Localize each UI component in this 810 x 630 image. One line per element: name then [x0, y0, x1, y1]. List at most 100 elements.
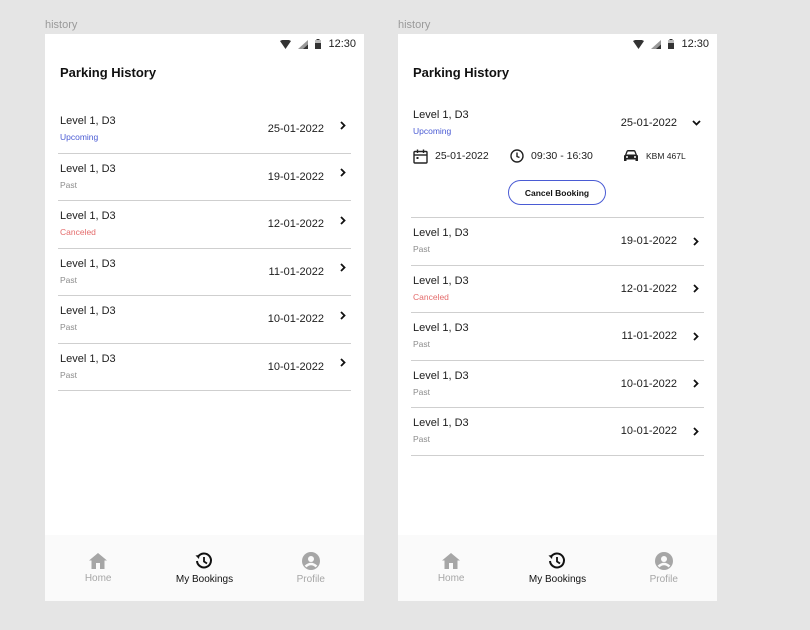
clock-time: 12:30	[328, 38, 356, 50]
nav-label: My Bookings	[175, 573, 234, 585]
clock-icon	[510, 149, 524, 163]
booking-location: Level 1, D3	[413, 369, 469, 382]
profile-icon	[654, 551, 673, 570]
signal-icon	[298, 39, 309, 49]
booking-location: Level 1, D3	[413, 322, 469, 335]
booking-status: Canceled	[413, 291, 449, 302]
booking-row-expanded[interactable]: Level 1, D3 Upcoming 25-01-2022 25-01-20…	[411, 108, 704, 218]
booking-location: Level 1, D3	[60, 352, 116, 365]
frame-label: history	[45, 19, 78, 31]
booking-status: Past	[413, 434, 431, 445]
status-bar: 12:30	[398, 34, 717, 54]
bottom-navigation: Home My Bookings Profile	[45, 535, 364, 601]
booking-status: Past	[60, 179, 78, 190]
booking-date: 12-01-2022	[267, 218, 324, 231]
car-icon	[624, 150, 638, 161]
booking-status: Past	[413, 339, 431, 350]
chevron-right-icon[interactable]	[691, 284, 701, 294]
booking-row[interactable]: Level 1, D3 Upcoming 25-01-2022	[58, 106, 351, 154]
booking-date: 19-01-2022	[267, 170, 324, 183]
booking-date: 10-01-2022	[620, 425, 677, 438]
chevron-right-icon[interactable]	[691, 236, 701, 246]
booking-location: Level 1, D3	[60, 210, 116, 223]
booking-row[interactable]: Level 1, D3 Canceled 12-01-2022	[58, 201, 351, 249]
booking-date: 11-01-2022	[268, 265, 324, 278]
booking-row[interactable]: Level 1, D3 Past 10-01-2022	[411, 408, 704, 456]
home-icon	[89, 552, 108, 569]
signal-icon	[651, 39, 662, 49]
booking-list: Level 1, D3 Upcoming 25-01-2022 Level 1,…	[58, 106, 351, 391]
nav-item-home[interactable]: Home	[53, 552, 143, 584]
chevron-right-icon[interactable]	[338, 358, 348, 368]
booking-row[interactable]: Level 1, D3 Past 10-01-2022	[58, 296, 351, 344]
chevron-right-icon[interactable]	[338, 215, 348, 225]
nav-label: Home	[437, 572, 465, 584]
booking-row[interactable]: Level 1, D3 Past 11-01-2022	[58, 249, 351, 296]
battery-icon	[668, 39, 675, 49]
booking-location: Level 1, D3	[413, 274, 469, 287]
booking-status: Past	[413, 386, 431, 397]
chevron-right-icon[interactable]	[691, 331, 701, 341]
booking-list: Level 1, D3 Upcoming 25-01-2022 25-01-20…	[411, 108, 704, 456]
booking-date: 11-01-2022	[621, 330, 677, 343]
cancel-booking-button[interactable]: Cancel Booking	[508, 180, 606, 205]
nav-label: Profile	[296, 573, 325, 585]
home-icon	[442, 552, 461, 569]
booking-status: Past	[60, 369, 78, 380]
booking-location: Level 1, D3	[60, 162, 116, 175]
booking-location: Level 1, D3	[413, 417, 469, 430]
clock-time: 12:30	[681, 38, 709, 50]
nav-item-my-bookings[interactable]: My Bookings	[512, 551, 602, 585]
chevron-right-icon[interactable]	[338, 263, 348, 273]
chevron-right-icon[interactable]	[691, 379, 701, 389]
nav-label: My Bookings	[528, 573, 587, 585]
chevron-down-icon[interactable]	[691, 120, 701, 126]
chevron-right-icon[interactable]	[338, 310, 348, 320]
chevron-right-icon[interactable]	[338, 120, 348, 130]
booking-date: 10-01-2022	[267, 360, 324, 373]
booking-location: Level 1, D3	[413, 227, 469, 240]
wifi-icon	[633, 39, 645, 49]
page-title: Parking History	[413, 65, 510, 80]
chevron-right-icon[interactable]	[338, 168, 348, 178]
page-title: Parking History	[60, 65, 157, 80]
booking-date: 25-01-2022	[620, 117, 677, 129]
detail-plate: KBM 467L	[646, 151, 686, 161]
booking-row[interactable]: Level 1, D3 Past 19-01-2022	[58, 154, 351, 201]
calendar-icon	[413, 149, 428, 164]
booking-details: 25-01-2022 09:30 - 16:30 KBM 467L	[413, 142, 701, 170]
history-icon	[195, 551, 213, 568]
booking-date: 10-01-2022	[620, 377, 677, 390]
booking-location: Level 1, D3	[60, 305, 116, 318]
booking-date: 25-01-2022	[267, 123, 324, 136]
nav-label: Profile	[649, 573, 678, 585]
booking-location: Level 1, D3	[60, 115, 116, 128]
detail-date: 25-01-2022	[435, 150, 489, 162]
booking-row[interactable]: Level 1, D3 Past 19-01-2022	[411, 218, 704, 266]
booking-row[interactable]: Level 1, D3 Canceled 12-01-2022	[411, 266, 704, 313]
booking-status: Past	[60, 274, 78, 285]
booking-status: Canceled	[60, 227, 96, 238]
nav-label: Home	[84, 572, 112, 584]
booking-location: Level 1, D3	[60, 257, 116, 270]
nav-item-my-bookings[interactable]: My Bookings	[159, 551, 249, 585]
booking-row[interactable]: Level 1, D3 Past 11-01-2022	[411, 313, 704, 361]
booking-status: Upcoming	[413, 126, 452, 136]
booking-location: Level 1, D3	[413, 109, 469, 121]
frame-label: history	[398, 19, 431, 31]
booking-row[interactable]: Level 1, D3 Past 10-01-2022	[58, 344, 351, 391]
chevron-right-icon[interactable]	[691, 426, 701, 436]
phone-screen-list: 12:30 Parking History Level 1, D3 Upcomi…	[45, 34, 364, 601]
profile-icon	[301, 551, 320, 570]
phone-screen-expanded: 12:30 Parking History Level 1, D3 Upcomi…	[398, 34, 717, 601]
nav-item-home[interactable]: Home	[406, 552, 496, 584]
booking-date: 19-01-2022	[620, 235, 677, 248]
history-icon	[548, 551, 566, 568]
booking-status: Past	[60, 322, 78, 333]
nav-item-profile[interactable]: Profile	[619, 551, 709, 585]
nav-item-profile[interactable]: Profile	[266, 551, 356, 585]
status-bar: 12:30	[45, 34, 364, 54]
booking-row[interactable]: Level 1, D3 Past 10-01-2022	[411, 361, 704, 408]
bottom-navigation: Home My Bookings Profile	[398, 535, 717, 601]
wifi-icon	[280, 39, 292, 49]
